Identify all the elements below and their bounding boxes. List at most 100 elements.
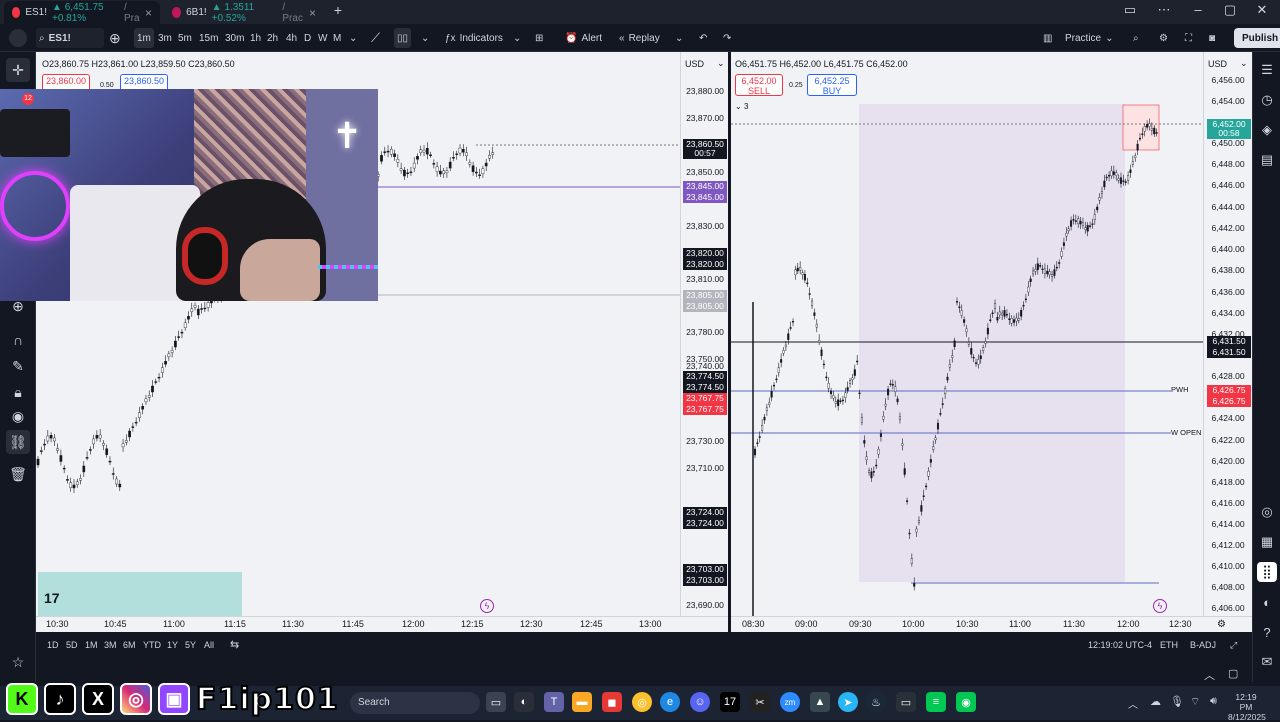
price-tag[interactable]: 6,426.75 xyxy=(1207,385,1251,396)
layout-split-icon[interactable]: ▥ xyxy=(1040,28,1055,48)
obs-icon[interactable]: ◉ xyxy=(956,692,976,712)
interval-1h[interactable]: 1h xyxy=(247,28,264,48)
price-tag[interactable]: 23,767.75 xyxy=(683,393,727,404)
adjustment-toggle[interactable]: B-ADJ xyxy=(1190,640,1216,650)
price-tag[interactable]: 23,703.00 xyxy=(683,575,727,586)
notepad-icon[interactable]: ≡ xyxy=(926,692,946,712)
volume-icon[interactable]: 🔊︎ xyxy=(1210,695,1217,708)
price-tag[interactable]: 23,820.00 xyxy=(683,248,727,259)
publish-button[interactable]: Publish xyxy=(1234,28,1280,48)
task-view-icon[interactable]: ▭ xyxy=(486,692,506,712)
window-close-icon[interactable]: ✕ xyxy=(1250,2,1274,18)
left-price-axis[interactable]: USD ⌄ 23,880.00 23,870.00 23,850.00 23,830.… xyxy=(680,52,728,616)
link-icon[interactable]: ⛓ xyxy=(6,430,30,454)
price-tag[interactable]: 23,767.75 xyxy=(683,404,727,415)
onedrive-icon[interactable]: ☁ xyxy=(1150,695,1161,708)
price-tag[interactable]: 23,845.00 xyxy=(683,181,727,192)
interval-1m[interactable]: 1m xyxy=(134,28,154,48)
right-price-axis[interactable]: USD ⌄ 6,456.00 6,454.00 6,450.00 6,448.00 6,… xyxy=(1203,52,1252,616)
range-ytd[interactable]: YTD xyxy=(143,640,161,650)
alert-button[interactable]: ⏰ Alert xyxy=(562,28,605,48)
chevron-up-icon[interactable]: ︿ xyxy=(1204,667,1215,683)
minimize-icon[interactable]: – xyxy=(1186,2,1210,17)
symbol-search[interactable]: ⌕ ES1! xyxy=(36,28,104,48)
chrome-icon[interactable]: ◎ xyxy=(632,692,652,712)
lightning-icon[interactable]: ϟ xyxy=(480,599,494,613)
taskbar-clock[interactable]: 12:19 PM 8/12/2025 xyxy=(1228,692,1266,722)
close-tab-icon[interactable]: × xyxy=(309,6,316,20)
right-time-axis[interactable]: 08:30 09:00 09:30 10:00 10:30 11:00 11:30 12:00… xyxy=(731,616,1252,632)
interval-4h[interactable]: 4h xyxy=(283,28,300,48)
interval-d[interactable]: D xyxy=(301,28,314,48)
interval-15m[interactable]: 15m xyxy=(196,28,221,48)
camera-icon[interactable]: ◙ xyxy=(1206,28,1218,48)
clock-readout[interactable]: 12:19:02 UTC-4 xyxy=(1088,640,1152,650)
fullscreen-icon[interactable]: ⛶ xyxy=(1182,28,1195,48)
price-tag[interactable]: 23,805.00 xyxy=(683,290,727,301)
watchlist-icon[interactable]: ☰ xyxy=(1257,60,1277,80)
new-tab-icon[interactable]: + xyxy=(326,2,350,18)
replay-button[interactable]: « Replay xyxy=(616,28,663,48)
settings-icon[interactable]: ⚙ xyxy=(1217,619,1226,630)
avatar[interactable] xyxy=(6,28,30,48)
range-1y[interactable]: 1Y xyxy=(167,640,178,650)
calendar-icon[interactable]: ▦ xyxy=(1257,532,1277,552)
mic-icon[interactable]: 🎙︎ xyxy=(1170,695,1184,708)
teams-icon[interactable]: T xyxy=(544,692,564,712)
price-tag[interactable]: 23,774.50 xyxy=(683,382,727,393)
screen-icon[interactable]: ▭ xyxy=(1118,2,1142,18)
close-tab-icon[interactable]: × xyxy=(145,6,152,20)
telegram-icon[interactable]: ➤ xyxy=(838,692,858,712)
price-tag[interactable]: 23,724.00 xyxy=(683,507,727,518)
quick-search-icon[interactable]: ⌕ xyxy=(1130,28,1142,48)
notes-icon[interactable]: ✉ xyxy=(1257,652,1277,672)
price-tag[interactable]: 6,431.50 xyxy=(1207,336,1251,347)
chevron-down-icon[interactable]: ⌄ xyxy=(510,28,524,48)
interval-2h[interactable]: 2h xyxy=(264,28,281,48)
price-tag[interactable]: 23,703.00 xyxy=(683,564,727,575)
layout-icon[interactable]: ⊞ xyxy=(532,28,546,48)
pencil-lock-icon[interactable]: ✎ xyxy=(6,354,30,378)
settings-icon[interactable]: ⚙ xyxy=(1156,28,1171,48)
resize-icon[interactable]: ⤢ xyxy=(1230,640,1237,651)
price-tag[interactable]: 6,426.75 xyxy=(1207,396,1251,407)
file-explorer-icon[interactable]: ▬ xyxy=(572,692,592,712)
app-icon[interactable]: ▲ xyxy=(810,692,830,712)
session-toggle[interactable]: ETH xyxy=(1160,640,1178,650)
maximize-icon[interactable]: ▢ xyxy=(1218,2,1242,18)
lightning-icon[interactable]: ϟ xyxy=(1153,599,1167,613)
pane-divider[interactable] xyxy=(728,52,731,632)
layers-icon[interactable]: ◈ xyxy=(1257,120,1277,140)
chevron-down-icon[interactable]: ⌄ xyxy=(672,28,686,48)
taskbar-search[interactable]: Search xyxy=(350,692,480,714)
practice-selector[interactable]: Practice ⌄ xyxy=(1062,28,1117,48)
price-tag[interactable]: 23,724.00 xyxy=(683,518,727,529)
compare-icon[interactable]: ⊕ xyxy=(106,28,124,48)
date-range-icon[interactable]: ⇆ xyxy=(230,638,239,651)
crosshair-icon[interactable]: ✛ xyxy=(6,58,30,82)
apps-icon[interactable]: ⣿ xyxy=(1257,562,1277,582)
trash-icon[interactable]: 🗑︎ xyxy=(6,462,30,486)
signal-icon[interactable]: ◐ xyxy=(1257,592,1277,612)
capcut-icon[interactable]: ✂ xyxy=(750,692,770,712)
maximize-panel-icon[interactable]: ▢ xyxy=(1228,667,1238,680)
interval-3m[interactable]: 3m xyxy=(155,28,175,48)
widgets-icon[interactable]: ◐ xyxy=(514,692,534,712)
magnet-icon[interactable]: ∩ xyxy=(6,328,30,352)
range-1m[interactable]: 1M xyxy=(85,640,98,650)
price-tag[interactable]: 23,845.00 xyxy=(683,192,727,203)
candles-icon[interactable]: ▯▯ xyxy=(394,28,412,48)
favorites-star-icon[interactable]: ☆ xyxy=(6,654,30,676)
eye-icon[interactable]: ◉ xyxy=(6,404,30,428)
redo-icon[interactable]: ↷ xyxy=(720,28,734,48)
interval-5m[interactable]: 5m xyxy=(175,28,195,48)
chevron-down-icon[interactable]: ⌄ xyxy=(717,58,725,69)
price-tag[interactable]: 23,805.00 xyxy=(683,301,727,312)
price-tag[interactable]: 23,820.00 xyxy=(683,259,727,270)
interval-m[interactable]: M xyxy=(330,28,344,48)
chevron-down-icon[interactable]: ⌄ xyxy=(418,28,432,48)
left-time-axis[interactable]: 10:30 10:45 11:00 11:15 11:30 11:45 12:00 12:15… xyxy=(36,616,728,632)
range-6m[interactable]: 6M xyxy=(123,640,136,650)
clock-icon[interactable]: ◷ xyxy=(1257,90,1277,110)
target-icon[interactable]: ◎ xyxy=(1257,502,1277,522)
